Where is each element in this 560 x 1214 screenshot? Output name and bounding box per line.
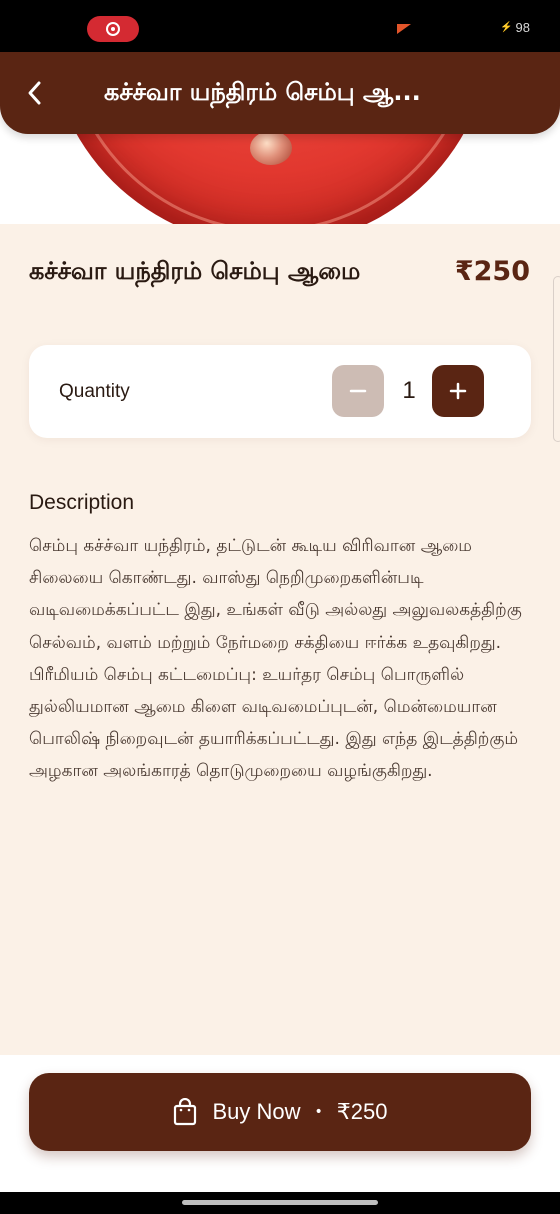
buy-separator: • [314, 1104, 323, 1120]
quantity-label: Quantity [59, 381, 130, 402]
description-text: செம்பு கச்ச்வா யந்திரம், தட்டுடன் கூடிய … [29, 536, 522, 782]
buy-now-label: Buy Now [212, 1099, 301, 1124]
buy-now-price: ₹250 [336, 1099, 388, 1124]
record-icon [106, 22, 120, 36]
turtle-figure-image [250, 131, 292, 165]
app-header: கச்ச்வா யந்திரம் செம்பு ஆ... [0, 52, 560, 134]
status-bar: ⚡ 98 [0, 0, 560, 56]
battery-status: ⚡ 98 [500, 20, 530, 35]
chevron-left-icon [28, 81, 41, 105]
page-title: கச்ச்வா யந்திரம் செம்பு ஆ... [104, 78, 421, 106]
home-indicator[interactable] [182, 1200, 378, 1205]
system-nav-bar [0, 1192, 560, 1214]
scrollbar[interactable] [553, 276, 560, 442]
buy-now-button[interactable]: Buy Now • ₹250 [29, 1073, 531, 1151]
screen-record-indicator [87, 16, 139, 42]
battery-level: 98 [515, 20, 530, 35]
product-title: கச்ச்வா யந்திரம் செம்பு ஆமை [29, 257, 361, 285]
decrease-quantity-button[interactable] [332, 365, 384, 417]
back-button[interactable] [20, 76, 50, 110]
description-heading: Description [29, 491, 135, 514]
shopping-bag-icon [172, 1098, 198, 1126]
notification-icon [397, 24, 411, 34]
quantity-value: 1 [402, 377, 416, 404]
quantity-card: Quantity 1 [29, 345, 531, 438]
charging-icon: ⚡ [500, 22, 513, 33]
product-price: ₹250 [454, 256, 530, 287]
plus-icon [449, 382, 467, 400]
increase-quantity-button[interactable] [432, 365, 484, 417]
minus-icon [349, 389, 367, 393]
